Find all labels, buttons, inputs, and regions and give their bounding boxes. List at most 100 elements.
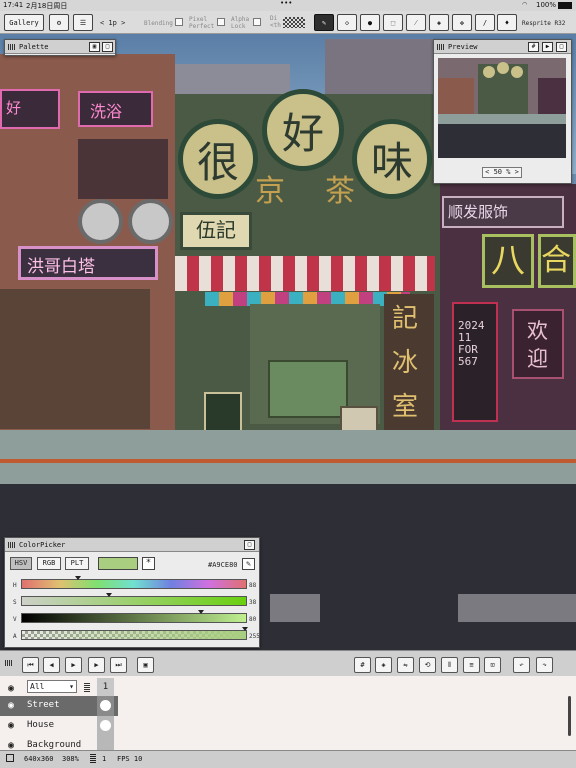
pixel-perfect-checkbox[interactable] xyxy=(217,18,225,26)
sliders-icon: ☰ xyxy=(79,18,87,27)
drag-handle-icon[interactable] xyxy=(5,660,13,666)
mode-plt[interactable]: PLT xyxy=(65,557,89,570)
grid-toggle-button[interactable]: # xyxy=(354,657,371,673)
alpha-slider[interactable] xyxy=(21,627,248,640)
select-tool[interactable]: ⬚ xyxy=(383,14,403,31)
neon-sign-bath: 洗浴 xyxy=(78,91,153,127)
blending-checkbox[interactable] xyxy=(175,18,183,26)
canvas-size: 640x360 xyxy=(24,755,54,763)
railing xyxy=(0,459,576,463)
zoom-selector[interactable]: < 50 % > xyxy=(482,167,522,178)
color-picker-panel[interactable]: ColorPicker □ HSV RGB PLT * #A9CE80 ✎ H … xyxy=(4,537,260,648)
drag-handle-icon[interactable] xyxy=(437,44,444,50)
flip-button[interactable]: ⇋ xyxy=(397,657,414,673)
alpha-slider-thumb[interactable] xyxy=(242,627,248,631)
mirror-h-button[interactable]: ⫴ xyxy=(441,657,458,673)
skip-end-icon: ⏭ xyxy=(115,661,122,669)
grid-button[interactable]: # xyxy=(528,42,539,52)
eye-icon[interactable]: ◉ xyxy=(8,700,14,711)
layer-name: Background xyxy=(27,740,82,750)
grid-icon: # xyxy=(531,43,536,50)
value-slider-thumb[interactable] xyxy=(198,610,204,614)
expand-button[interactable]: □ xyxy=(102,42,113,52)
frame-number: 1 xyxy=(102,755,107,763)
drag-handle-icon[interactable] xyxy=(8,44,15,50)
eye-icon[interactable]: ◉ xyxy=(8,683,14,694)
eyedropper-tool[interactable]: ⁄ xyxy=(406,14,426,31)
mirror-v-button[interactable]: ≡ xyxy=(463,657,480,673)
frame-number-cell[interactable]: 1 xyxy=(97,678,114,696)
striped-awning xyxy=(175,256,435,291)
next-frame-button[interactable]: ▶ xyxy=(88,657,105,673)
mode-hsv[interactable]: HSV xyxy=(10,557,32,570)
mode-rgb[interactable]: RGB xyxy=(37,557,61,570)
redo-button[interactable]: ↷ xyxy=(536,657,553,673)
layers-panel: ◉ All ▾ 1 ◉ Street ◉ House ◉ Background xyxy=(0,676,576,750)
saturation-slider[interactable] xyxy=(21,593,247,606)
palette-panel[interactable]: Palette ▣ □ xyxy=(4,39,116,56)
layer-row-background[interactable]: ◉ Background xyxy=(0,736,118,750)
expand-button[interactable]: □ xyxy=(556,42,567,52)
cel-dot-icon[interactable] xyxy=(100,700,111,711)
current-color-swatch[interactable] xyxy=(98,557,138,570)
line-tool[interactable]: / xyxy=(475,14,495,31)
preview-panel[interactable]: Preview # ▶ □ < 50 % > xyxy=(433,39,572,184)
value-slider[interactable] xyxy=(21,610,247,623)
sign-wuji: 伍記 xyxy=(180,212,252,250)
fill-tool[interactable]: ◈ xyxy=(429,14,449,31)
pencil-tool[interactable]: ✎ xyxy=(314,14,334,31)
alpha-value: 255 xyxy=(249,633,260,640)
layers-button[interactable]: ◈ xyxy=(375,657,392,673)
saturation-slider-thumb[interactable] xyxy=(105,593,112,597)
rotate-button[interactable]: ⟲ xyxy=(419,657,436,673)
smudge-tool[interactable]: ♦ xyxy=(497,14,517,31)
hue-slider-thumb[interactable] xyxy=(74,576,81,580)
wifi-icon: ◠ xyxy=(522,1,528,8)
eraser-tool[interactable]: ◇ xyxy=(337,14,357,31)
settings-button[interactable]: ⚙ xyxy=(49,14,69,31)
expand-button[interactable]: □ xyxy=(244,540,255,550)
line-icon: / xyxy=(482,18,488,27)
alpha-lock-checkbox[interactable] xyxy=(253,18,261,26)
alpha-lock-label: Alpha Lock xyxy=(231,16,250,30)
drag-handle-icon[interactable] xyxy=(84,682,90,692)
layers-scrollbar[interactable] xyxy=(568,696,571,736)
play-button[interactable]: ▶ xyxy=(542,42,553,52)
layer-filter-select[interactable]: All ▾ xyxy=(27,680,77,693)
last-frame-button[interactable]: ⏭ xyxy=(110,657,127,673)
color-picker-header[interactable]: ColorPicker □ xyxy=(5,538,259,552)
layer-row-house[interactable]: ◉ House xyxy=(0,716,118,736)
layer-name: House xyxy=(27,720,55,730)
adjust-button[interactable]: ☰ xyxy=(73,14,93,31)
dither-pattern-selector[interactable] xyxy=(283,17,305,28)
undo-button[interactable]: ↶ xyxy=(513,657,530,673)
crop-button[interactable]: ⊡ xyxy=(484,657,501,673)
pixel-perfect-label: Pixel Perfect xyxy=(189,16,215,30)
grid-icon: # xyxy=(360,661,365,669)
zoom-level: 308% xyxy=(62,755,79,763)
eyedropper-button[interactable]: ✎ xyxy=(242,558,255,570)
ac-fan-right xyxy=(128,199,173,244)
hex-value[interactable]: #A9CE80 xyxy=(208,561,238,569)
eye-icon[interactable]: ◉ xyxy=(8,720,14,731)
palette-header[interactable]: Palette ▣ □ xyxy=(5,40,115,54)
eye-icon[interactable]: ◉ xyxy=(8,740,14,750)
prev-frame-button[interactable]: ◀ xyxy=(43,657,60,673)
move-tool[interactable]: ✥ xyxy=(452,14,472,31)
preview-header[interactable]: Preview # ▶ □ xyxy=(434,40,571,54)
play-animation-button[interactable]: ▶ xyxy=(65,657,82,673)
neon-sign-left: 好 xyxy=(0,89,60,129)
random-button[interactable]: * xyxy=(142,557,155,570)
first-frame-button[interactable]: ⏮ xyxy=(22,657,39,673)
hue-slider[interactable] xyxy=(21,576,247,589)
onion-skin-button[interactable]: ▣ xyxy=(137,657,154,673)
layer-row-street[interactable]: ◉ Street xyxy=(0,696,118,716)
lock-button[interactable]: ▣ xyxy=(89,42,100,52)
frame-selector[interactable]: < 1p > xyxy=(100,20,125,27)
sign-circle-hao: 好 xyxy=(262,89,344,171)
preview-title: Preview xyxy=(448,43,478,51)
drag-handle-icon[interactable] xyxy=(8,542,15,548)
cel-dot-icon[interactable] xyxy=(100,720,111,731)
gallery-button[interactable]: Gallery xyxy=(4,14,44,31)
shade-tool[interactable]: ● xyxy=(360,14,380,31)
